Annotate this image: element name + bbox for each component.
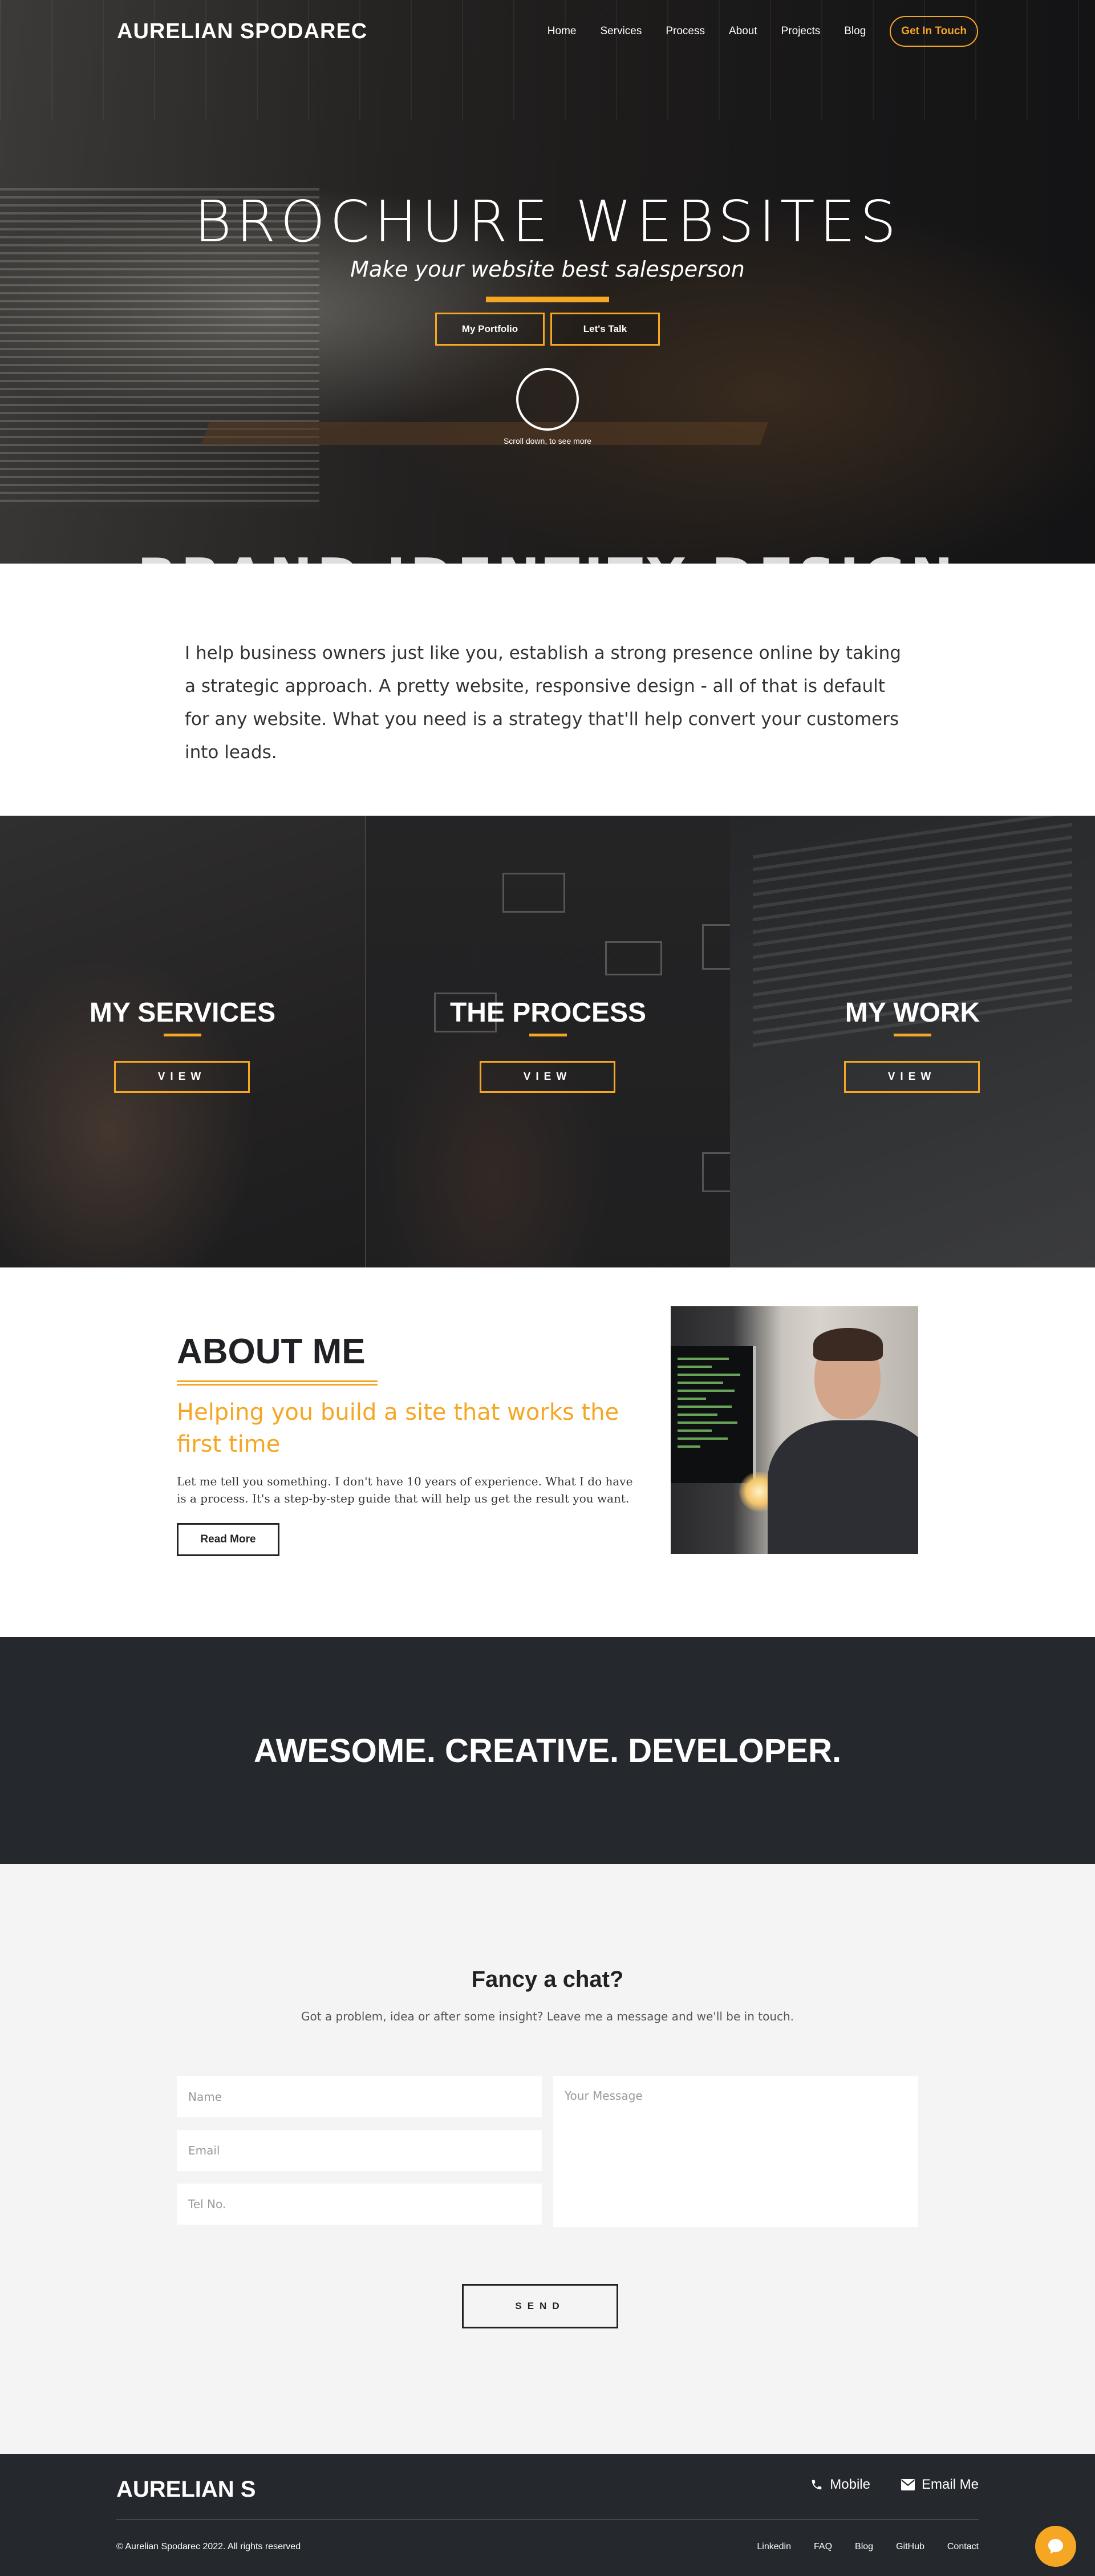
contact-lead: Got a problem, idea or after some insigh… [301,2010,794,2023]
scroll-down-circle-icon[interactable] [516,368,579,431]
footer-link-github[interactable]: GitHub [896,2542,924,2552]
footer-email-link[interactable]: Email Me [901,2477,979,2493]
site-logo[interactable]: AURELIAN SPODAREC [117,19,367,44]
scroll-hint: Scroll down, to see more [503,436,592,445]
nav-item-home[interactable]: Home [548,25,577,38]
author-photo [671,1306,918,1554]
monitor-shape [671,1346,756,1483]
message-field[interactable]: Your Message [553,2076,918,2227]
footer-mobile-link[interactable]: Mobile [810,2477,870,2493]
nav-item-projects[interactable]: Projects [781,25,821,38]
nav-item-blog[interactable]: Blog [844,25,866,38]
flowchart-shape [702,1152,730,1192]
contact-section: Fancy a chat? Got a problem, idea or aft… [0,1864,1095,2454]
nav-item-process[interactable]: Process [666,25,705,38]
panel-accent-bar [529,1034,567,1036]
footer-link-faq[interactable]: FAQ [814,2542,832,2552]
about-heading: ABOUT ME [177,1332,366,1371]
footer-divider [116,2519,979,2520]
tel-field[interactable]: Tel No. [177,2184,542,2225]
panel-title-process: THE PROCESS [449,998,647,1028]
footer-email-label: Email Me [921,2477,979,2492]
hero-section: AURELIAN SPODAREC Home Services Process … [0,0,1095,564]
footer-links: Linkedin FAQ Blog GitHub Contact [757,2542,979,2552]
envelope-icon [901,2479,915,2490]
chat-bubble-icon[interactable] [1035,2526,1076,2567]
flowchart-shape [502,873,565,913]
hero-title: BROCHURE WEBSITES [194,188,901,255]
panel-title-work: MY WORK [845,998,980,1028]
about-body: Let me tell you something. I don't have … [177,1475,633,1505]
phone-icon [810,2478,823,2491]
my-portfolio-button[interactable]: My Portfolio [435,313,545,346]
flowchart-shape [605,941,662,975]
work-view-button[interactable]: VIEW [844,1061,980,1093]
footer-link-blog[interactable]: Blog [855,2542,873,2552]
about-subheading: Helping you build a site that works the … [177,1399,619,1457]
email-field[interactable]: Email [177,2130,542,2171]
flowchart-shape [702,924,730,970]
intro-text: I help business owners just like you, es… [185,643,901,763]
panel-title-services: MY SERVICES [89,998,276,1028]
panel-process: THE PROCESS VIEW [365,816,730,1267]
copyright-text: © Aurelian Spodarec 2022. All rights res… [116,2542,301,2551]
top-navigation: AURELIAN SPODAREC Home Services Process … [0,0,1095,63]
read-more-button[interactable]: Read More [177,1523,279,1556]
hero-subtitle: Make your website best salesperson [350,257,745,282]
send-button[interactable]: SEND [462,2284,618,2328]
hero-accent-bar [486,297,609,302]
contact-heading: Fancy a chat? [471,1967,624,1992]
get-in-touch-button[interactable]: Get In Touch [890,16,978,47]
footer-mobile-label: Mobile [830,2477,870,2492]
panel-accent-bar [894,1034,931,1036]
intro-section: I help business owners just like you, es… [0,564,1095,816]
feature-panels: MY SERVICES VIEW THE PROCESS VIEW MY WOR… [0,816,1095,1267]
nav-item-about[interactable]: About [729,25,757,38]
panel-work: MY WORK VIEW [730,816,1095,1267]
site-footer: AURELIAN S Mobile Email Me © Aurelian Sp… [0,2454,1095,2576]
name-field[interactable]: Name [177,2076,542,2117]
about-accent-bar [177,1380,378,1386]
about-section: ABOUT ME Helping you build a site that w… [0,1267,1095,1637]
hero-buttons: My Portfolio Let's Talk [0,313,1095,346]
services-view-button[interactable]: VIEW [114,1061,250,1093]
footer-logo[interactable]: AURELIAN S [116,2477,256,2502]
process-view-button[interactable]: VIEW [480,1061,615,1093]
footer-link-contact[interactable]: Contact [947,2542,979,2552]
hero-ghost-heading: BRAND IDENTITY DESIGN [0,548,1095,564]
person-hair-shape [813,1328,883,1361]
tagline-text: AWESOME. CREATIVE. DEVELOPER. [253,1732,842,1769]
footer-contact-links: Mobile Email Me [810,2477,979,2493]
panel-services: MY SERVICES VIEW [0,816,365,1267]
lets-talk-button[interactable]: Let's Talk [550,313,660,346]
nav-links: Home Services Process About Projects Blo… [548,16,978,47]
person-body-shape [768,1420,918,1554]
tagline-section: AWESOME. CREATIVE. DEVELOPER. [0,1637,1095,1864]
footer-link-linkedin[interactable]: Linkedin [757,2542,791,2552]
panel-accent-bar [164,1034,201,1036]
nav-item-services[interactable]: Services [600,25,642,38]
